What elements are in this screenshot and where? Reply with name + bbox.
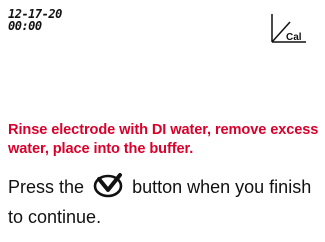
rinse-electrode-warning: Rinse electrode with DI water, remove ex… xyxy=(8,122,319,157)
time-display: 00:00 xyxy=(8,19,42,33)
calibration-icon: Cal xyxy=(270,12,308,46)
continue-arrow-icon xyxy=(91,173,125,199)
calibration-label: Cal xyxy=(286,32,302,43)
continue-instruction: Press the button when you finish to cont… xyxy=(8,172,323,232)
date-time-display: 12-17-20 00:00 xyxy=(8,8,78,32)
press-prefix-text: Press the xyxy=(8,177,85,197)
